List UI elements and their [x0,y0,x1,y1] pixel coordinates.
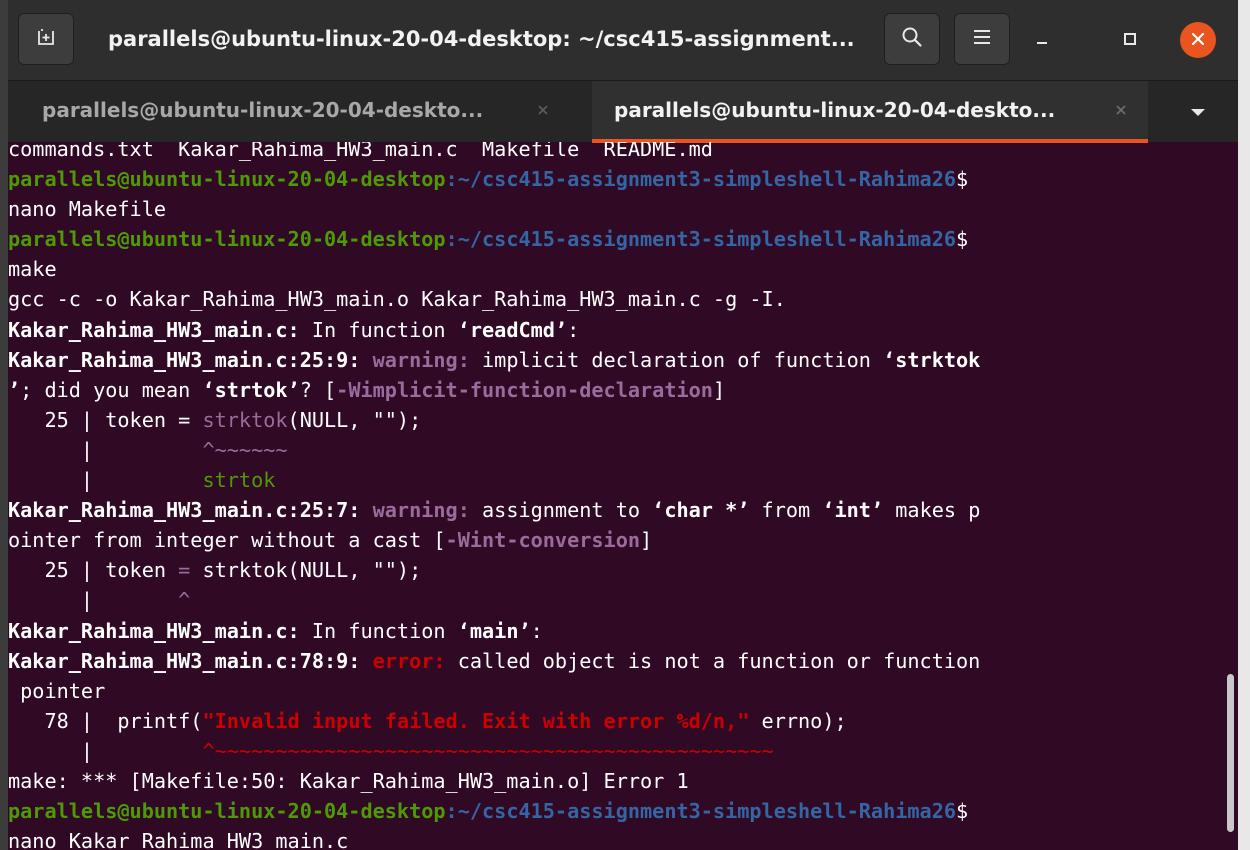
tab-close-button[interactable] [1110,99,1132,121]
prompt-line: parallels@ubuntu-linux-20-04-desktop:~/c… [8,799,969,824]
caret-line: | ^~~~~~~~~~~~~~~~~~~~~~~~~~~~~~~~~~~~~~… [8,738,774,763]
menu-button[interactable] [954,13,1010,65]
tab-terminal-1[interactable]: parallels@ubuntu-linux-20-04-deskto... [8,81,588,143]
minimize-icon [1035,31,1049,50]
search-button[interactable] [884,13,940,65]
terminal-line: make: *** [Makefile:50: Kakar_Rahima_HW3… [8,768,689,793]
new-tab-button[interactable] [18,13,74,65]
search-icon [901,26,923,52]
tabs-dropdown-button[interactable] [1184,99,1212,125]
desktop-edge-left [0,0,8,850]
close-button[interactable] [1180,22,1216,58]
scrollbar-thumb[interactable] [1227,674,1234,832]
hamburger-menu-icon [973,29,991,49]
error-line: pointer [8,678,106,703]
source-line: 25 | token = strktok(NULL, ""); [8,558,422,583]
tab-terminal-2-active[interactable]: parallels@ubuntu-linux-20-04-deskto... [592,81,1148,143]
new-tab-icon [36,27,56,51]
command-line: nano Kakar_Rahima_HW3_main.c [8,829,349,850]
close-icon [1116,105,1126,115]
warning-line: Kakar_Rahima_HW3_main.c:25:9: warning: i… [8,347,981,372]
tab-close-button[interactable] [532,99,554,121]
terminal-line: commands.txt Kakar_Rahima_HW3_main.c Mak… [8,142,713,161]
minimize-button[interactable] [1024,22,1060,58]
terminal-output[interactable]: commands.txt Kakar_Rahima_HW3_main.c Mak… [8,142,1222,850]
source-line: 78 | printf("Invalid input failed. Exit … [8,708,847,733]
prompt-line: parallels@ubuntu-linux-20-04-desktop:~/c… [8,227,969,252]
terminal-line: Kakar_Rahima_HW3_main.c: In function ‘ma… [8,618,543,643]
tab-label: parallels@ubuntu-linux-20-04-deskto... [614,98,1056,122]
terminal-line: Kakar_Rahima_HW3_main.c: In function ‘re… [8,317,580,342]
caret-line: | ^~~~~~~ [8,437,288,462]
fixit-line: | strtok [8,468,276,493]
prompt-line: parallels@ubuntu-linux-20-04-desktop:~/c… [8,167,969,192]
error-line: Kakar_Rahima_HW3_main.c:78:9: error: cal… [8,648,981,673]
warning-line: ’; did you mean ‘strtok’? [-Wimplicit-fu… [8,377,726,402]
chevron-down-icon [1190,103,1206,122]
window-title: parallels@ubuntu-linux-20-04-desktop: ~/… [108,27,855,51]
command-line: nano Makefile [8,197,167,222]
command-line: make [8,257,57,282]
warning-line: ointer from integer without a cast [-Win… [8,528,653,553]
maximize-icon [1123,31,1137,50]
maximize-button[interactable] [1112,22,1148,58]
header-bar: parallels@ubuntu-linux-20-04-desktop: ~/… [8,0,1238,80]
terminal-line: gcc -c -o Kakar_Rahima_HW3_main.o Kakar_… [8,287,786,312]
close-icon [538,105,548,115]
terminal-window: parallels@ubuntu-linux-20-04-desktop: ~/… [8,0,1238,850]
scrollbar[interactable] [1222,142,1238,850]
close-icon [1191,31,1205,50]
desktop-edge-right [1238,0,1250,850]
tab-bar: parallels@ubuntu-linux-20-04-deskto... p… [8,80,1238,143]
tab-label: parallels@ubuntu-linux-20-04-deskto... [42,98,484,122]
warning-line: Kakar_Rahima_HW3_main.c:25:7: warning: a… [8,498,981,523]
caret-line: | ^ [8,588,191,613]
source-line: 25 | token = strktok(NULL, ""); [8,407,422,432]
